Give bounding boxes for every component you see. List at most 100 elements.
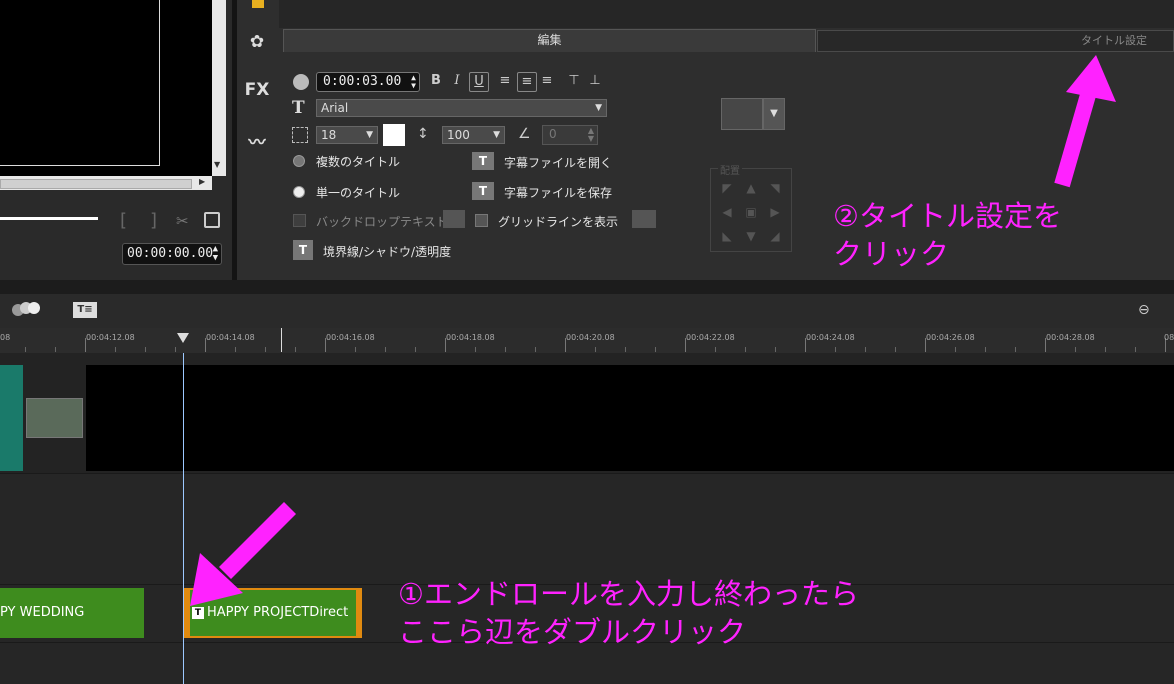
font-dropdown[interactable]: Arial ▼ xyxy=(316,99,607,117)
tab-title-settings[interactable]: タイトル設定 xyxy=(817,30,1174,52)
preview-vertical-scrollbar[interactable] xyxy=(212,0,226,176)
align-right-icon[interactable]: ▶ xyxy=(768,205,782,219)
preview-timecode-value: 00:00:00.00 xyxy=(127,246,214,261)
ruler-tick-minor xyxy=(1075,347,1076,352)
scroll-down-arrow-icon[interactable]: ▼ xyxy=(214,160,220,169)
title-clip-wedding[interactable]: PY WEDDING xyxy=(0,588,144,638)
fx-icon[interactable]: FX xyxy=(242,80,272,104)
playhead-marker[interactable] xyxy=(177,333,189,343)
playhead-line[interactable] xyxy=(183,353,184,684)
line-spacing-dropdown[interactable]: 100 ▼ xyxy=(442,126,505,144)
media-clips-icon[interactable]: ✿ xyxy=(242,32,272,56)
backdrop-text-checkbox[interactable] xyxy=(293,214,306,227)
clip-trim-handle-right[interactable] xyxy=(356,588,362,638)
ruler-tick-label: 00:04:18.08 xyxy=(446,333,495,342)
scrub-bar[interactable] xyxy=(0,217,98,220)
annotation-step2: ②タイトル設定を クリック xyxy=(833,197,1062,273)
save-subtitle-button[interactable]: 字幕ファイルを保存 xyxy=(504,184,612,201)
vertical-text-icon[interactable]: ⊥ xyxy=(586,72,604,90)
background-color-button[interactable] xyxy=(721,98,763,130)
backdrop-text-label: バックドロップテキスト xyxy=(316,215,448,229)
copy-icon[interactable] xyxy=(204,212,220,228)
motion-path-icon[interactable]: 〰 xyxy=(242,128,272,153)
gridlines-checkbox[interactable] xyxy=(475,214,488,227)
mark-out-icon[interactable]: ] xyxy=(150,210,157,231)
video-clip-black[interactable] xyxy=(86,365,1174,471)
ruler-tick-minor xyxy=(775,347,776,352)
underline-button[interactable]: U xyxy=(469,72,489,92)
align-top-icon[interactable]: ▲ xyxy=(744,181,758,195)
save-subtitle-icon[interactable]: T xyxy=(472,182,494,200)
ruler-tick-minor xyxy=(865,347,866,352)
chevron-down-icon[interactable]: ▼ xyxy=(763,98,785,130)
angle-field[interactable]: 0 ▲ ▼ xyxy=(542,125,598,145)
duration-spinner-icon[interactable]: ▲ ▼ xyxy=(411,74,416,90)
duration-field[interactable]: 0:00:03.00 ▲ ▼ xyxy=(316,72,420,92)
mark-in-icon[interactable]: [ xyxy=(120,210,127,231)
tab-edit[interactable]: 編集 xyxy=(283,29,816,52)
italic-button[interactable]: I xyxy=(448,72,466,90)
title-track-icon[interactable]: T≡ xyxy=(73,302,97,318)
track-manager-icon[interactable] xyxy=(12,302,40,316)
title-clip-wedding-label: PY WEDDING xyxy=(0,605,85,620)
ruler-tick-minor xyxy=(265,347,266,352)
ruler-tick-minor xyxy=(235,347,236,352)
panel-splitter[interactable] xyxy=(0,280,1174,294)
scroll-right-arrow-icon[interactable]: ▶ xyxy=(199,177,205,186)
gridlines-label: グリッドラインを表示 xyxy=(498,215,619,229)
overlay-track[interactable] xyxy=(0,474,1174,585)
timecode-spinner-icon[interactable]: ▲ ▼ xyxy=(213,245,218,263)
align-bottom-left-icon[interactable]: ◣ xyxy=(720,229,734,243)
open-subtitle-button[interactable]: 字幕ファイルを開く xyxy=(504,154,612,171)
ruler-tick-minor xyxy=(145,347,146,352)
align-center-icon[interactable]: ▣ xyxy=(744,205,758,219)
font-color-swatch[interactable] xyxy=(383,124,405,146)
fx-label: FX xyxy=(244,80,270,100)
ruler-tick-minor xyxy=(745,347,746,352)
video-clip-thumbnail[interactable] xyxy=(26,398,83,438)
preview-timecode[interactable]: 00:00:00.00 ▲ ▼ xyxy=(122,243,222,265)
video-clip-teal[interactable] xyxy=(0,365,23,471)
ruler-tick-minor xyxy=(415,347,416,352)
zoom-out-icon[interactable]: ⊖ xyxy=(1138,302,1154,318)
scissors-icon[interactable]: ✂ xyxy=(176,212,192,230)
align-right-icon[interactable]: ≡ xyxy=(538,72,556,90)
single-title-radio[interactable] xyxy=(293,186,305,198)
backdrop-settings-icon[interactable] xyxy=(443,210,465,228)
horizontal-scroll-thumb[interactable] xyxy=(0,179,192,189)
align-bottom-right-icon[interactable]: ◢ xyxy=(768,229,782,243)
ruler-tick-minor xyxy=(655,347,656,352)
ruler-tick-minor xyxy=(955,347,956,352)
title-tool-icon[interactable] xyxy=(252,0,264,8)
ruler-tick-minor xyxy=(895,347,896,352)
font-size-dropdown[interactable]: 18 ▼ xyxy=(316,126,378,144)
align-center-icon[interactable]: ≡ xyxy=(517,72,537,92)
options-header xyxy=(279,0,1174,28)
align-bottom-icon[interactable]: ▼ xyxy=(744,229,758,243)
border-shadow-button[interactable]: 境界線/シャドウ/透明度 xyxy=(323,243,451,260)
border-shadow-icon[interactable]: T xyxy=(293,240,313,260)
ruler-tick-label: 08 xyxy=(1164,333,1174,342)
ruler-tick-minor xyxy=(715,347,716,352)
align-left-icon[interactable]: ◀ xyxy=(720,205,734,219)
annotation-step1: ①エンドロールを入力し終わったら ここら辺をダブルクリック xyxy=(398,575,859,651)
ruler-tick-minor xyxy=(355,347,356,352)
open-subtitle-icon[interactable]: T xyxy=(472,152,494,170)
ruler-tick-label: 00:04:20.08 xyxy=(566,333,615,342)
ruler-tick-label: 00:04:14.08 xyxy=(206,333,255,342)
ruler-tick-minor xyxy=(835,347,836,352)
annotation-step1-line2: ここら辺をダブルクリック xyxy=(398,615,747,649)
title-badge-icon: T xyxy=(192,607,204,619)
ruler-tick-minor xyxy=(295,347,296,352)
angle-spinner-icon[interactable]: ▲ ▼ xyxy=(588,127,594,143)
text-direction-icon[interactable]: ⊤ xyxy=(565,72,583,90)
ruler-tick-minor xyxy=(625,347,626,352)
grid-settings-icon[interactable] xyxy=(632,210,656,228)
bold-button[interactable]: B xyxy=(427,72,445,90)
align-left-icon[interactable]: ≡ xyxy=(496,72,514,90)
font-icon: T xyxy=(292,98,305,118)
align-top-left-icon[interactable]: ◤ xyxy=(720,181,734,195)
chevron-down-icon: ▼ xyxy=(595,103,602,113)
align-top-right-icon[interactable]: ◥ xyxy=(768,181,782,195)
multi-title-radio[interactable] xyxy=(293,155,305,167)
